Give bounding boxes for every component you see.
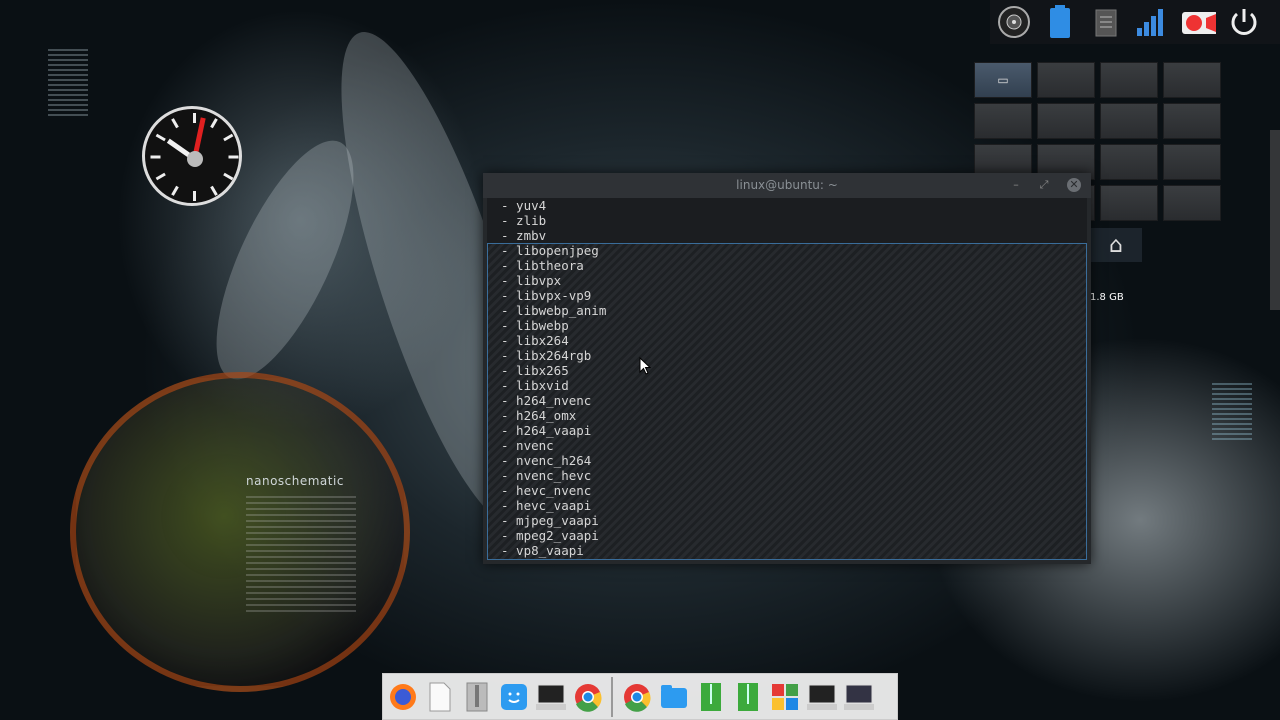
minimize-button[interactable]: – [1009,178,1023,192]
dock [382,673,898,720]
terminal-line: - zlib [501,213,547,228]
terminal-lines: - yuv4 - zlib - zmbv - libopenjpeg - lib… [501,198,606,558]
terminal-line: - nvenc [501,438,554,453]
mouse-cursor-icon [639,357,651,375]
terminal-line: - libx264 [501,333,569,348]
workspace-tile[interactable] [1100,62,1158,98]
terminal-line: - zmbv [501,228,547,243]
terminal-icon[interactable] [535,681,566,712]
terminal-line: - libopenjpeg [501,243,599,258]
power-icon[interactable] [1226,4,1262,40]
terminal-line: - vp8_vaapi [501,543,584,558]
widget-text-decoration [246,492,356,612]
dock-separator [611,676,613,717]
terminal-line: - h264_omx [501,408,577,423]
workspace-tile[interactable] [974,103,1032,139]
home-icon[interactable]: ⌂ [1090,228,1142,262]
battery-icon[interactable] [1042,4,1078,40]
clock-widget [142,106,242,206]
chrome-icon[interactable] [621,681,652,712]
record-icon[interactable] [1180,4,1216,40]
code-decoration [1212,380,1252,440]
workspace-tile[interactable] [1163,185,1221,221]
folder-icon[interactable] [658,681,689,712]
workspace-tile[interactable] [1100,103,1158,139]
text-file-icon[interactable] [424,681,455,712]
terminal-line: - hevc_vaapi [501,498,592,513]
terminal-title: linux@ubuntu: ~ [483,173,1091,198]
terminal-line: - libtheora [501,258,584,273]
terminal-icon[interactable] [806,681,837,712]
screen-edge-decoration [1270,130,1280,310]
zip-icon[interactable] [732,681,763,712]
terminal-line: - libvpx [501,273,562,288]
clipboard-icon[interactable] [1088,4,1124,40]
chrome-icon[interactable] [572,681,603,712]
workspace-tile[interactable] [1100,144,1158,180]
archive-icon[interactable] [461,681,492,712]
workspace-tile[interactable] [1163,62,1221,98]
code-decoration [48,46,88,116]
nanoschematic-widget [70,372,410,692]
finder-icon[interactable] [498,681,529,712]
terminal-line: - libx264rgb [501,348,592,363]
signal-icon[interactable] [1134,4,1170,40]
terminal-line: - h264_nvenc [501,393,592,408]
workspace-tile[interactable] [1163,103,1221,139]
disk-usage-label: 1.8 GB [1090,292,1124,303]
terminal-line: - libx265 [501,363,569,378]
terminal-icon[interactable] [843,681,874,712]
terminal-line: - nvenc_hevc [501,468,592,483]
apps-icon[interactable] [769,681,800,712]
terminal-line: - h264_vaapi [501,423,592,438]
zip-icon[interactable] [695,681,726,712]
terminal-line: - libvpx-vp9 [501,288,592,303]
system-tray [990,0,1280,44]
terminal-line: - libxvid [501,378,569,393]
workspace-tile[interactable] [1037,103,1095,139]
terminal-window[interactable]: linux@ubuntu: ~ – ⤢ ✕ - yuv4 - zlib - zm… [483,173,1091,564]
workspace-tile[interactable] [1163,144,1221,180]
terminal-output[interactable]: - yuv4 - zlib - zmbv - libopenjpeg - lib… [487,198,1087,560]
terminal-line: - mjpeg_vaapi [501,513,599,528]
workspace-tile-active[interactable]: ▭ [974,62,1032,98]
terminal-line: - yuv4 [501,198,547,213]
firefox-icon[interactable] [387,681,418,712]
terminal-line: - libwebp_anim [501,303,607,318]
speaker-icon[interactable] [996,4,1032,40]
widget-label: nanoschematic [246,474,344,488]
terminal-line: - nvenc_h264 [501,453,592,468]
terminal-line: - libwebp [501,318,569,333]
clock-hub [187,151,203,167]
close-button[interactable]: ✕ [1067,178,1081,192]
terminal-line: - mpeg2_vaapi [501,528,599,543]
workspace-tile[interactable] [1100,185,1158,221]
terminal-line: - hevc_nvenc [501,483,592,498]
workspace-tile[interactable] [1037,62,1095,98]
maximize-button[interactable]: ⤢ [1037,178,1051,192]
